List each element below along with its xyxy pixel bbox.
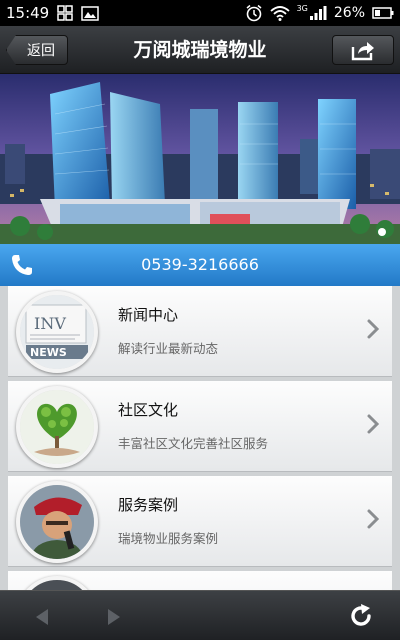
wifi-icon xyxy=(269,6,290,21)
menu-list: INV NEWS 新闻中心 解读行业最新动态 社区文化 丰富社区文化完善社区服务 xyxy=(0,286,400,590)
list-item-cases[interactable]: 服务案例 瑞境物业服务案例 xyxy=(8,476,392,567)
grid-icon xyxy=(57,5,73,21)
network-type: 3G xyxy=(296,3,308,13)
refresh-icon[interactable] xyxy=(348,603,374,629)
partial-thumbnail xyxy=(16,576,98,590)
guard-thumbnail xyxy=(16,481,98,563)
phone-bar[interactable]: 0539-3216666 xyxy=(0,244,400,286)
chevron-right-icon xyxy=(367,414,380,434)
list-item-title: 社区文化 xyxy=(118,401,179,419)
list-item-subtitle: 解读行业最新动态 xyxy=(118,341,219,356)
list-item-subtitle: 丰富社区文化完善社区服务 xyxy=(118,436,269,451)
list-item-title: 新闻中心 xyxy=(118,306,179,324)
status-bar: 15:49 3G 26% xyxy=(0,0,400,26)
banner-image[interactable] xyxy=(0,74,400,244)
list-item-partial[interactable] xyxy=(8,571,392,590)
battery-percent: 26% xyxy=(333,5,365,21)
battery-icon xyxy=(372,7,394,19)
svg-text:INV: INV xyxy=(34,314,66,333)
forward-arrow-icon[interactable] xyxy=(106,607,122,627)
image-icon xyxy=(81,5,99,21)
svg-text:NEWS: NEWS xyxy=(30,346,67,359)
phone-number: 0539-3216666 xyxy=(141,255,259,274)
list-item-community[interactable]: 社区文化 丰富社区文化完善社区服务 xyxy=(8,381,392,472)
back-arrow-icon[interactable] xyxy=(34,607,50,627)
title-bar: 返回 万阅城瑞境物业 xyxy=(0,26,400,74)
chevron-right-icon xyxy=(367,509,380,529)
news-thumbnail: INV NEWS xyxy=(16,291,98,373)
back-button-label: 返回 xyxy=(27,43,55,59)
status-time: 15:49 xyxy=(6,4,50,22)
share-icon xyxy=(351,42,374,61)
signal-icon xyxy=(309,6,327,20)
city-skyline-illustration xyxy=(0,74,400,244)
bottom-toolbar xyxy=(0,590,400,640)
list-item-subtitle: 瑞境物业服务案例 xyxy=(118,531,219,546)
back-button[interactable]: 返回 xyxy=(6,35,68,65)
alarm-icon xyxy=(246,4,262,22)
share-button[interactable] xyxy=(332,35,394,65)
carousel-indicator-dot[interactable] xyxy=(378,228,386,236)
chevron-right-icon xyxy=(367,319,380,339)
list-item-news[interactable]: INV NEWS 新闻中心 解读行业最新动态 xyxy=(8,286,392,377)
heart-tree-thumbnail xyxy=(16,386,98,468)
list-item-title: 服务案例 xyxy=(118,496,179,514)
